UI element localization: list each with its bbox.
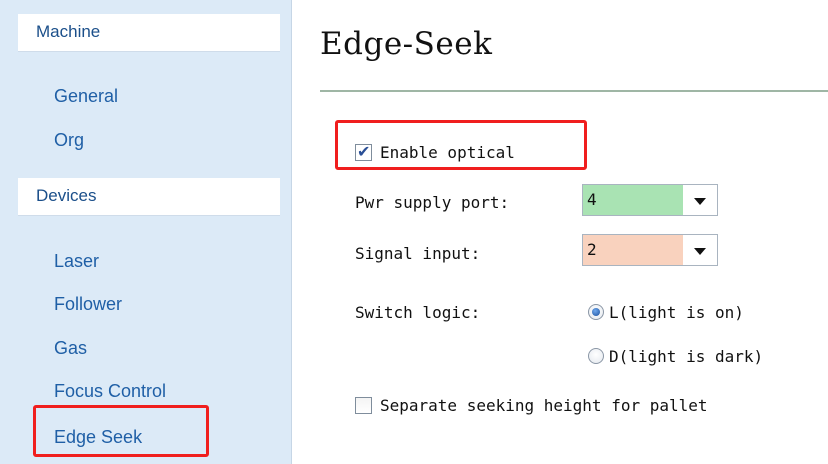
switch-logic-option-light-dark: D(light is dark) xyxy=(609,347,764,366)
signal-input-value: 2 xyxy=(583,235,683,265)
nav-item-focus-control[interactable]: Focus Control xyxy=(54,379,166,403)
checkmark-icon: ✔ xyxy=(357,142,371,161)
pwr-supply-port-label: Pwr supply port: xyxy=(355,193,510,212)
pwr-supply-port-select[interactable]: 4 xyxy=(582,184,718,216)
chevron-down-icon[interactable] xyxy=(683,185,717,215)
sidebar: Machine General Org Devices Laser Follow… xyxy=(0,0,292,464)
switch-logic-radio-light-on[interactable] xyxy=(588,304,604,320)
chevron-down-icon[interactable] xyxy=(683,235,717,265)
nav-item-follower[interactable]: Follower xyxy=(54,292,122,316)
enable-optical-label: Enable optical xyxy=(380,143,515,162)
enable-optical-checkbox[interactable]: ✔ xyxy=(355,142,372,161)
separate-seeking-label: Separate seeking height for pallet xyxy=(380,396,708,415)
section-header-devices: Devices xyxy=(18,178,280,216)
switch-logic-label: Switch logic: xyxy=(355,303,481,322)
title-divider xyxy=(320,90,828,92)
pwr-supply-port-value: 4 xyxy=(583,185,683,215)
section-header-machine: Machine xyxy=(18,14,280,52)
signal-input-select[interactable]: 2 xyxy=(582,234,718,266)
nav-item-general[interactable]: General xyxy=(54,84,118,108)
page-title: Edge-Seek xyxy=(320,26,493,62)
radio-selected-dot xyxy=(592,308,600,316)
switch-logic-radio-light-dark[interactable] xyxy=(588,348,604,364)
separate-seeking-checkbox[interactable] xyxy=(355,397,372,414)
switch-logic-option-light-on: L(light is on) xyxy=(609,303,744,322)
nav-item-org[interactable]: Org xyxy=(54,128,84,152)
highlight-box-edge-seek xyxy=(33,405,209,457)
signal-input-label: Signal input: xyxy=(355,244,481,263)
nav-item-laser[interactable]: Laser xyxy=(54,249,99,273)
nav-item-gas[interactable]: Gas xyxy=(54,336,87,360)
